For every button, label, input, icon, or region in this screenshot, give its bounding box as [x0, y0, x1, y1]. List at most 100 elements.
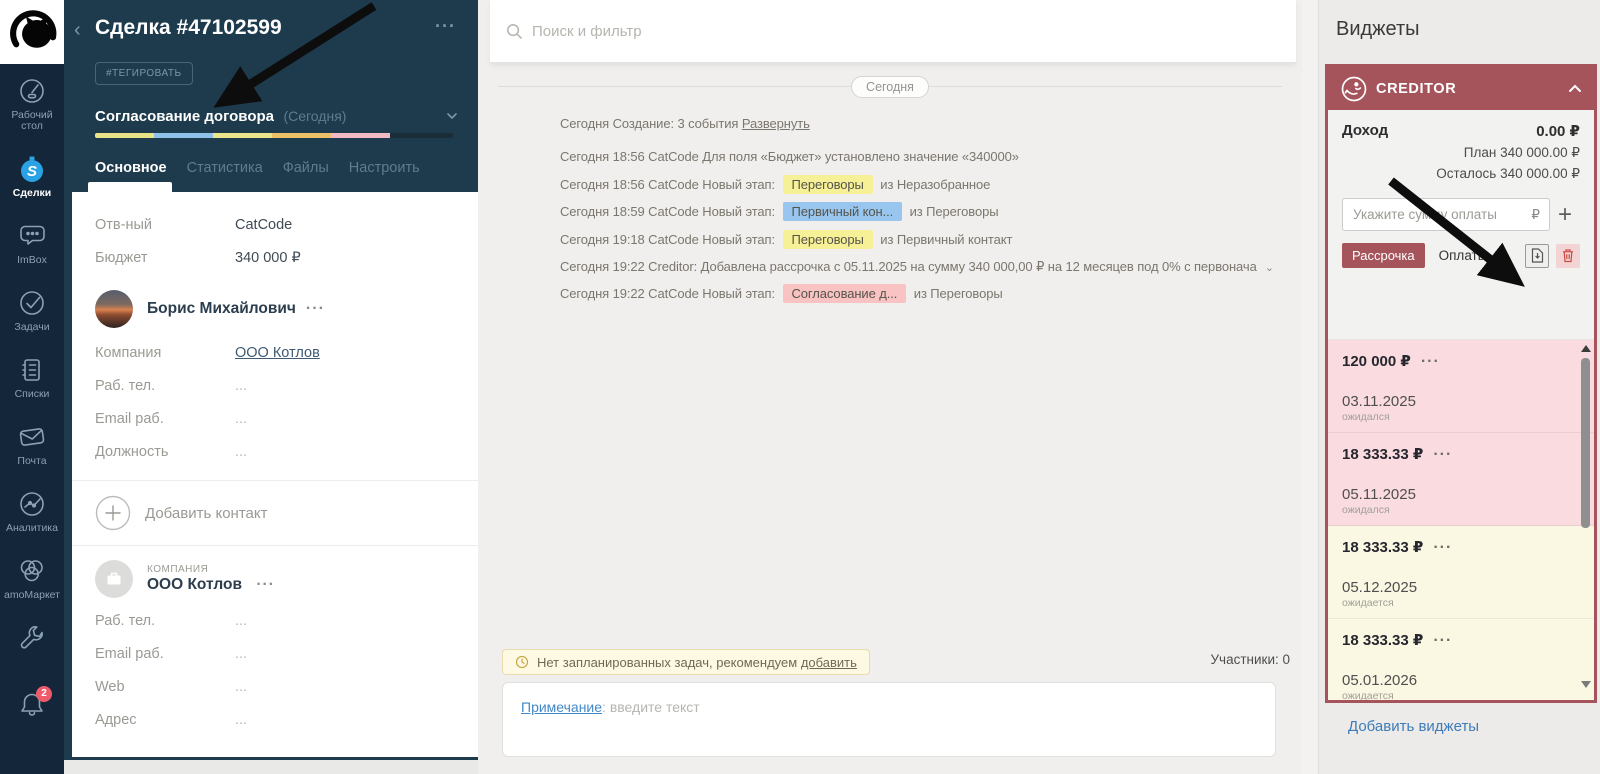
mail-icon — [17, 422, 47, 452]
timeline-feed: Поиск и фильтр Сегодня Сегодня Создание:… — [478, 0, 1302, 774]
deal-menu-dots-icon[interactable]: ··· — [435, 16, 456, 37]
payment-menu-dots-icon[interactable]: ··· — [1433, 539, 1452, 556]
sidebar-item-label: amoМаркет — [4, 589, 60, 601]
sidebar-item-label: Задачи — [14, 321, 50, 333]
sidebar-item-bell[interactable]: 2 — [0, 686, 64, 757]
feed-event: Сегодня 18:56 CatCode Для поля «Бюджет» … — [560, 143, 1292, 170]
tab-payments[interactable]: Оплаты — [1439, 248, 1488, 263]
payment-amount: 18 333.33 ₽ — [1342, 632, 1424, 649]
note-type-link[interactable]: Примечание — [521, 699, 602, 715]
add-widgets-link[interactable]: Добавить виджеты — [1348, 718, 1479, 735]
stage-name: Согласование договора — [95, 108, 274, 125]
creditor-widget: CREDITOR Доход 0.00 ₽ План 340 000.00 ₽ … — [1325, 64, 1597, 703]
sidebar-item-dashboard[interactable]: Рабочий стол — [0, 76, 64, 154]
sidebar-item-market[interactable]: amoМаркет — [0, 556, 64, 623]
event-text: Сегодня 18:56 CatCode Для поля «Бюджет» … — [560, 149, 1019, 165]
contact-avatar[interactable] — [95, 290, 133, 328]
payment-amount-line: 18 333.33 ₽ ··· — [1342, 631, 1580, 650]
tab-статистика[interactable]: Статистика — [187, 160, 263, 182]
payment-row[interactable]: 120 000 ₽ ··· 03.11.2025 ожидался — [1328, 340, 1594, 433]
event-text: Сегодня 19:22 Creditor: Добавлена рассро… — [560, 258, 1257, 274]
participants-count: Участники: 0 — [1210, 652, 1290, 667]
company-avatar[interactable] — [95, 560, 133, 598]
analytics-icon — [17, 489, 47, 519]
deal-title: Сделка #47102599 — [95, 16, 282, 39]
stage-selector[interactable]: Согласование договора (Сегодня) — [95, 108, 457, 126]
field-value: CatCode — [235, 216, 293, 233]
field-label: Бюджет — [95, 249, 148, 266]
event-text: из Переговоры — [906, 204, 999, 220]
search-placeholder: Поиск и фильтр — [532, 22, 642, 40]
feed-event: Сегодня 19:18 CatCode Новый этап: Перего… — [560, 226, 1292, 253]
cat-logo-icon — [10, 10, 57, 48]
imbox-icon — [17, 221, 47, 251]
sidebar-item-mail[interactable]: Почта — [0, 422, 64, 489]
event-collapse-icon[interactable]: ⌄ — [1265, 255, 1274, 280]
sidebar-item-deals[interactable]: S Сделки — [0, 154, 64, 221]
amocrm-deal-page: Рабочий стол S Сделки ImBox Задачи Списки Почта… — [0, 0, 1600, 774]
clock-icon — [515, 655, 529, 669]
contact-block[interactable]: Борис Михайлович ··· — [72, 290, 478, 328]
payment-menu-dots-icon[interactable]: ··· — [1433, 446, 1452, 463]
tab-основное[interactable]: Основное — [95, 160, 167, 182]
sidebar-item-label: Аналитика — [6, 522, 58, 534]
payment-row[interactable]: 18 333.33 ₽ ··· 05.12.2025 ожидается — [1328, 526, 1594, 619]
market-icon — [17, 556, 47, 586]
export-button[interactable] — [1525, 243, 1549, 268]
field-label: Email раб. — [95, 645, 164, 662]
tag-button[interactable]: #ТЕГИРОВАТЬ — [95, 62, 193, 85]
scroll-up-icon[interactable] — [1580, 345, 1591, 352]
scroll-thumb[interactable] — [1581, 358, 1590, 528]
sidebar-item-analytics[interactable]: Аналитика — [0, 489, 64, 556]
field-value: ... — [235, 377, 248, 394]
chevron-down-icon[interactable] — [446, 110, 458, 122]
collapse-chevron-up-icon[interactable] — [1568, 84, 1582, 93]
company-block[interactable]: КОМПАНИЯ ООО Котлов ··· — [72, 560, 478, 598]
back-chevron-icon[interactable]: ‹ — [74, 18, 81, 42]
deal-card: Отв-ный CatCode Бюджет 340 000 ₽ Борис Миха… — [72, 192, 478, 757]
payment-menu-dots-icon[interactable]: ··· — [1421, 353, 1440, 370]
payment-amount: 120 000 ₽ — [1342, 353, 1411, 370]
amocrm-logo[interactable] — [0, 0, 64, 64]
stage-progress-bar[interactable] — [95, 133, 453, 138]
contact-menu-dots-icon[interactable]: ··· — [306, 300, 325, 318]
sidebar-item-lists[interactable]: Списки — [0, 355, 64, 422]
add-contact-button[interactable]: Добавить контакт — [72, 481, 478, 545]
field-value: ... — [235, 410, 248, 427]
event-text: Сегодня 18:56 CatCode Новый этап: — [560, 176, 779, 192]
tab-настроить[interactable]: Настроить — [349, 160, 420, 182]
add-payment-button[interactable]: + — [1550, 200, 1580, 230]
sidebar-item-imbox[interactable]: ImBox — [0, 221, 64, 288]
payment-menu-dots-icon[interactable]: ··· — [1433, 632, 1452, 649]
scroll-gutter[interactable] — [1302, 0, 1319, 774]
document-download-icon — [1531, 248, 1543, 263]
scroll-down-icon[interactable] — [1581, 681, 1591, 688]
tab-файлы[interactable]: Файлы — [283, 160, 329, 182]
tab-installment[interactable]: Рассрочка — [1342, 243, 1425, 268]
notice-text: Нет запланированных задач, рекомендуем — [537, 654, 801, 670]
deals-icon: S — [17, 154, 47, 184]
note-input[interactable]: Примечание: введите текст — [502, 682, 1276, 757]
company-name[interactable]: ООО Котлов — [147, 576, 242, 593]
company-menu-dots-icon[interactable]: ··· — [256, 576, 275, 593]
creditor-widget-header[interactable]: CREDITOR — [1328, 67, 1594, 110]
sidebar-item-tasks[interactable]: Задачи — [0, 288, 64, 355]
field-value[interactable]: ООО Котлов — [235, 345, 320, 361]
event-text: Сегодня 19:18 CatCode Новый этап: — [560, 231, 779, 247]
event-expand-link[interactable]: Развернуть — [742, 116, 810, 131]
note-placeholder: : введите текст — [602, 699, 700, 715]
event-text: из Неразобранное — [876, 176, 991, 192]
payment-amount-input[interactable]: Укажите сумму оплаты ₽ — [1342, 198, 1550, 231]
progress-segment — [95, 133, 154, 138]
add-task-link[interactable]: добавить — [801, 655, 857, 670]
briefcase-icon — [107, 572, 121, 585]
payment-row[interactable]: 18 333.33 ₽ ··· 05.01.2026 ожидается — [1328, 619, 1594, 700]
sidebar-item-wrench[interactable] — [0, 623, 64, 690]
payments-scrollbar[interactable] — [1580, 345, 1591, 688]
delete-button[interactable] — [1556, 243, 1580, 268]
contact-name[interactable]: Борис Михайлович — [147, 300, 296, 318]
payment-row[interactable]: 18 333.33 ₽ ··· 05.11.2025 ожидался — [1328, 433, 1594, 526]
search-filter-bar[interactable]: Поиск и фильтр — [490, 0, 1296, 63]
field-label: Раб. тел. — [95, 612, 156, 629]
dashboard-icon — [17, 76, 47, 106]
